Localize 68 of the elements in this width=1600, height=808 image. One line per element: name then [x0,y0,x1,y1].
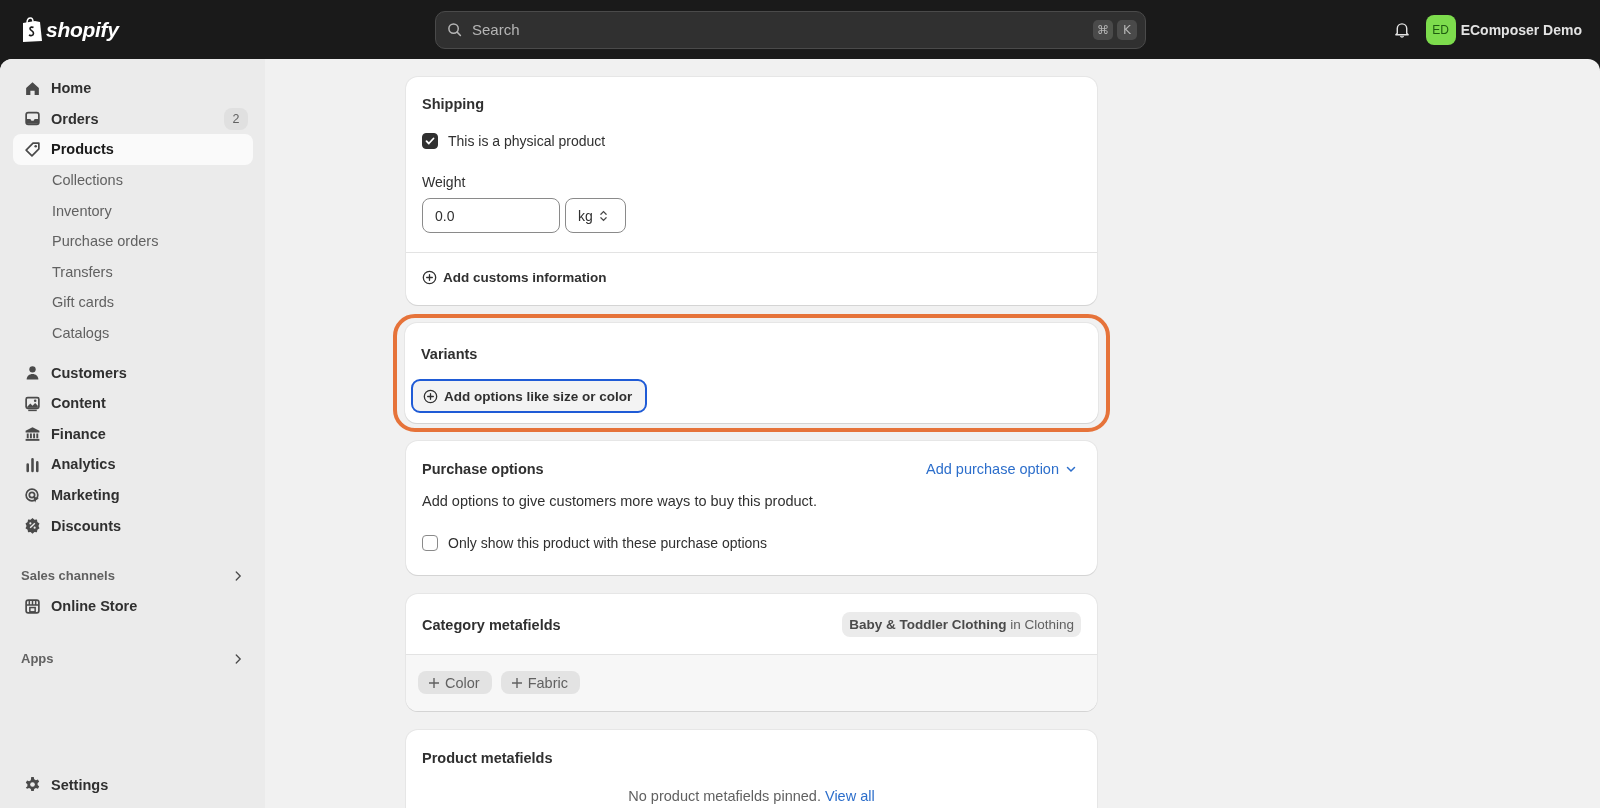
person-icon [24,364,41,382]
sidebar-subitem[interactable]: Gift cards [13,287,253,318]
sidebar-item[interactable]: Marketing [13,479,253,511]
sidebar-item[interactable]: Customers [13,357,253,388]
plus-circle-icon [423,388,438,404]
settings-icon [24,776,41,794]
bank-icon [24,425,41,443]
sidebar-item[interactable]: Home [13,73,253,104]
sidebar-item[interactable]: Analytics [13,449,253,480]
card-description: Add options to give customers more ways to buy this product. [422,493,818,509]
search-field[interactable]: Search [470,20,1085,39]
add-metafield-chip[interactable]: Fabric [500,671,580,694]
field-label: Weight [422,174,467,190]
shopping-bag-logo-icon [20,17,42,42]
search-bar[interactable]: Search ⌘ K [435,10,1146,49]
section-heading: Sales channels [21,568,115,584]
checkbox[interactable] [422,133,438,149]
card-title: Purchase options [422,461,544,477]
add-options-button[interactable]: Add options like size or color [411,379,648,413]
sidebar-item[interactable]: Products [13,134,253,165]
sidebar-subitem[interactable]: Purchase orders [13,225,253,257]
plus-circle-icon [422,270,437,285]
unit-select[interactable]: kg [565,198,626,233]
sidebar-item[interactable]: Orders 2 [13,103,253,135]
section-heading: Apps [21,651,54,666]
sidebar-subitem[interactable]: Collections [13,164,253,196]
home-icon [24,79,41,97]
add-customs-link[interactable]: Add customs information [422,270,607,285]
sidebar-subitem[interactable]: Transfers [13,256,253,288]
logo-wordmark: shopify [46,17,119,42]
inbox-icon [24,110,41,128]
weight-input[interactable]: 0.0 [422,198,560,233]
bell-icon[interactable] [1393,21,1410,38]
add-purchase-option-link[interactable]: Add purchase option [926,461,1077,477]
checkbox-label: This is a physical product [448,133,606,149]
view-all-link[interactable]: View all [825,788,875,804]
add-metafield-chip[interactable]: Color [418,671,492,694]
storefront-icon [24,597,41,615]
bar-chart-icon [24,455,41,473]
sidebar-item[interactable]: Finance [13,418,253,450]
checkbox[interactable] [422,535,438,551]
tag-icon [24,141,41,158]
sidebar-item[interactable]: Discounts [13,510,253,541]
image-icon [24,394,41,412]
checkmark-icon [424,135,436,147]
keyboard-key: K [1117,19,1137,40]
count-badge: 2 [224,107,248,130]
plus-icon [510,676,523,689]
percent-badge-icon [24,517,41,535]
sidebar-item[interactable]: Online Store [13,590,253,622]
sidebar-item[interactable]: Content [13,387,253,419]
up-down-caret-icon [598,208,608,223]
sidebar-subitem[interactable]: Inventory [13,195,253,226]
checkbox-label: Only show this product with these purchase options [448,535,768,551]
card-title: Product metafields [422,750,554,766]
avatar[interactable]: ED [1425,14,1456,45]
keyboard-key: ⌘ [1093,19,1113,40]
plus-icon [428,676,440,689]
card-title: Variants [420,346,479,362]
sidebar-subitem[interactable]: Catalogs [13,317,253,349]
card-title: Category metafields [422,616,561,633]
search-icon [447,22,462,37]
category-tag: Baby & Toddler Clothing in Clothing [842,612,1081,637]
store-name[interactable]: EComposer Demo [1460,21,1582,38]
target-icon [24,486,41,504]
empty-state-text: No product metafields pinned. [628,788,821,804]
sidebar-item[interactable]: Settings [13,769,253,800]
card-title: Shipping [422,96,485,112]
